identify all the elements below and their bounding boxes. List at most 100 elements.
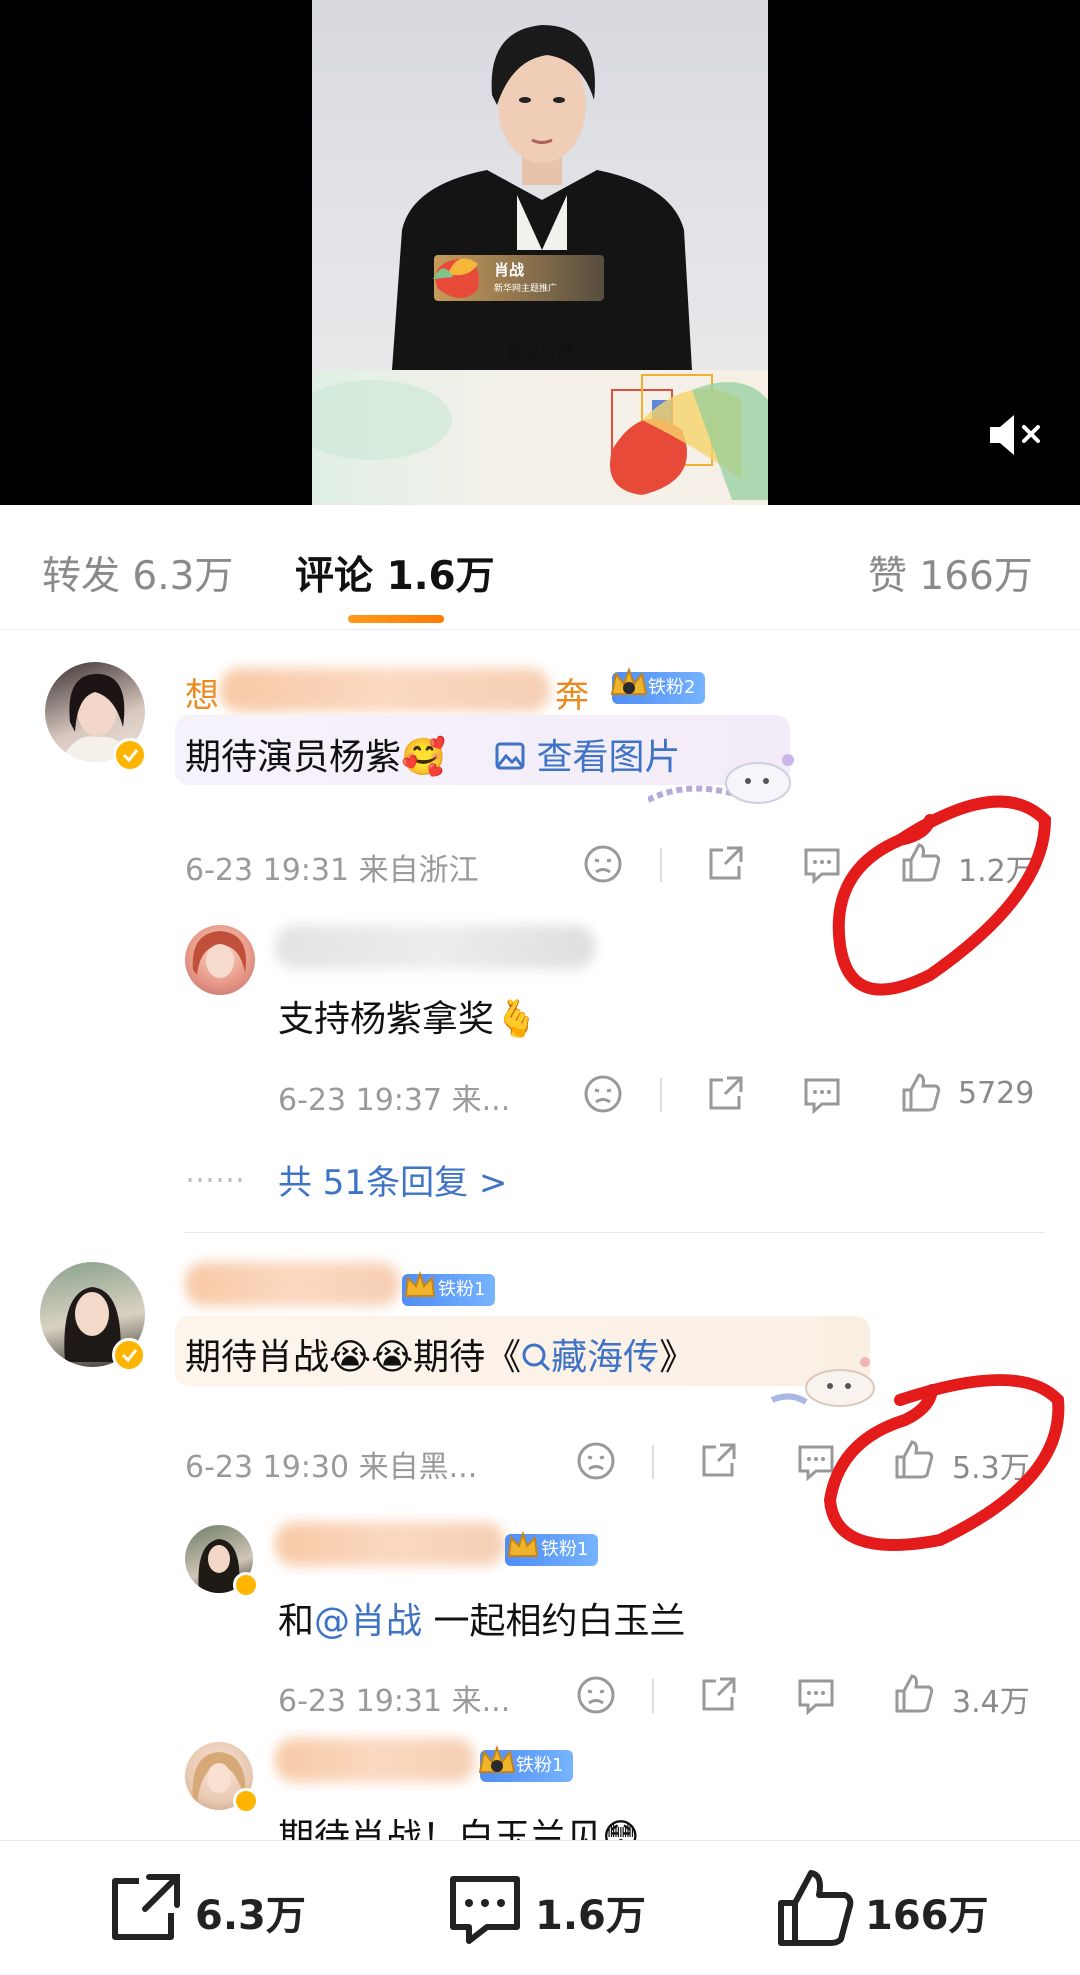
tab-bar: 转发 6.3万 评论 1.6万 赞 166万 — [0, 505, 1080, 630]
crown-icon — [404, 1270, 436, 1297]
share-icon[interactable] — [705, 1074, 745, 1114]
reply-timestamp: 6-23 19:31 来... — [278, 1676, 510, 1720]
comment-icon[interactable] — [802, 1074, 842, 1114]
reply-body-b: 一起相约白玉兰 — [422, 1601, 686, 1642]
reply-body-a: 和 — [278, 1601, 315, 1642]
verified-badge-icon — [233, 1788, 259, 1814]
verified-badge-icon — [112, 1338, 146, 1372]
comment-time: 6-23 19:31 — [185, 853, 350, 888]
tab-reposts[interactable]: 转发 6.3万 — [42, 545, 233, 601]
bottom-action-bar: 6.3万 1.6万 166万 — [0, 1840, 1080, 1975]
more-replies-link[interactable]: 共 51条回复 > — [278, 1155, 507, 1204]
reply-body: 支持杨紫拿奖 — [278, 999, 495, 1040]
red-circle-annotation — [823, 1374, 1065, 1551]
like-count: 3.4万 — [952, 1685, 1030, 1720]
fan-level-badge: 铁粉1 — [478, 1745, 574, 1782]
emoji: 🫰 — [494, 999, 539, 1040]
reply-timestamp: 6-23 19:37 来... — [278, 1075, 510, 1119]
username-blur — [275, 1522, 505, 1566]
red-circle-annotation — [832, 795, 1052, 996]
emoji: 😭😭 — [329, 1337, 414, 1378]
comment-divider — [185, 1232, 1045, 1233]
like-count: 5729 — [958, 1076, 1035, 1111]
comment-count: 1.6万 — [535, 1893, 646, 1939]
comment-timestamp: 6-23 19:31 来自浙江 — [185, 845, 479, 889]
like-button[interactable]: 166万 — [775, 1869, 989, 1949]
fan-level-label: 铁粉1 — [438, 1279, 486, 1300]
video-subtitle: 我是肖战 — [506, 342, 574, 362]
fan-level-label: 铁粉2 — [648, 677, 696, 698]
video-frame: 肖战 新华网主题推广 我是肖战 — [312, 0, 768, 505]
username-blur — [220, 668, 550, 712]
crown-icon — [610, 667, 648, 695]
comment-time: 6-23 19:30 — [185, 1450, 350, 1485]
dislike-icon[interactable] — [576, 1441, 616, 1481]
cute-sticker-icon — [648, 754, 794, 804]
comment-body-a: 期待肖战 — [185, 1337, 330, 1378]
name-tag-subtitle: 新华网主题推广 — [494, 284, 558, 294]
like-icon — [778, 1870, 854, 1946]
fan-level-badge: 铁粉2 — [610, 667, 706, 704]
video-decoration — [312, 374, 768, 500]
username-blur — [275, 1738, 475, 1782]
reply-location: 来... — [451, 1083, 511, 1118]
comment-button[interactable]: 1.6万 — [445, 1869, 646, 1949]
comment-icon[interactable] — [796, 1675, 836, 1715]
tab-likes[interactable]: 赞 166万 — [868, 545, 1033, 601]
like-icon[interactable] — [893, 1673, 935, 1715]
username-start[interactable]: 想 — [185, 668, 219, 717]
reply-time: 6-23 19:37 — [278, 1083, 443, 1118]
dislike-icon[interactable] — [576, 1675, 616, 1715]
repost-count: 6.3万 — [195, 1893, 306, 1939]
divider — [660, 848, 662, 882]
topic-link[interactable]: 藏海传 — [521, 1337, 659, 1378]
username-blur — [185, 1262, 400, 1306]
like-count-total: 166万 — [865, 1893, 989, 1939]
video-player[interactable]: 肖战 新华网主题推广 我是肖战 — [0, 0, 1080, 505]
divider — [652, 1679, 654, 1713]
topic-label: 藏海传 — [551, 1337, 660, 1378]
divider — [652, 1445, 654, 1479]
share-icon[interactable] — [698, 1675, 738, 1715]
comment-body: 期待演员杨紫 — [185, 737, 402, 778]
share-icon[interactable] — [705, 844, 745, 884]
reply-text: 支持杨紫拿奖🫰 — [278, 990, 539, 1042]
reply-text: 和@肖战 一起相约白玉兰 — [278, 1592, 685, 1644]
avatar-portrait — [192, 931, 246, 978]
fan-level-badge: 铁粉1 — [505, 1530, 599, 1566]
tab-comments[interactable]: 评论 1.6万 — [295, 545, 495, 601]
comment-text: 期待肖战😭😭期待《 藏海传》 — [185, 1328, 695, 1380]
verified-badge-icon — [233, 1572, 259, 1598]
like-icon[interactable] — [900, 1072, 942, 1114]
crown-icon — [478, 1745, 516, 1773]
search-icon — [522, 1343, 551, 1372]
flower-icon — [433, 258, 479, 298]
comment-location: 来自黑... — [358, 1450, 478, 1485]
presenter-figure — [392, 25, 692, 370]
emoji: 🥰 — [401, 737, 446, 778]
image-icon — [495, 742, 525, 770]
share-icon[interactable] — [698, 1441, 738, 1481]
fan-level-label: 铁粉1 — [541, 1539, 589, 1560]
fan-level-badge: 铁粉1 — [402, 1270, 496, 1306]
repost-button[interactable]: 6.3万 — [105, 1869, 306, 1949]
dislike-icon[interactable] — [583, 844, 623, 884]
comment-body-c: 》 — [659, 1337, 696, 1378]
comment-text: 期待演员杨紫🥰 — [185, 728, 446, 780]
divider — [660, 1078, 662, 1112]
mention-link[interactable]: @肖战 — [314, 1601, 422, 1642]
comment-timestamp: 6-23 19:30 来自黑... — [185, 1442, 477, 1486]
mute-icon[interactable] — [986, 410, 1046, 460]
comment-body-b: 期待《 — [413, 1337, 522, 1378]
reply-location: 来... — [451, 1684, 511, 1719]
crown-icon — [507, 1530, 539, 1557]
active-tab-indicator — [348, 615, 444, 623]
comment-location: 来自浙江 — [358, 853, 479, 888]
comment-icon — [450, 1876, 520, 1944]
name-tag-name: 肖战 — [494, 261, 525, 279]
username-end[interactable]: 奔 — [555, 668, 589, 717]
avatar[interactable] — [185, 925, 255, 995]
fan-level-label: 铁粉1 — [516, 1755, 564, 1776]
dislike-icon[interactable] — [583, 1074, 623, 1114]
share-icon — [112, 1874, 180, 1940]
